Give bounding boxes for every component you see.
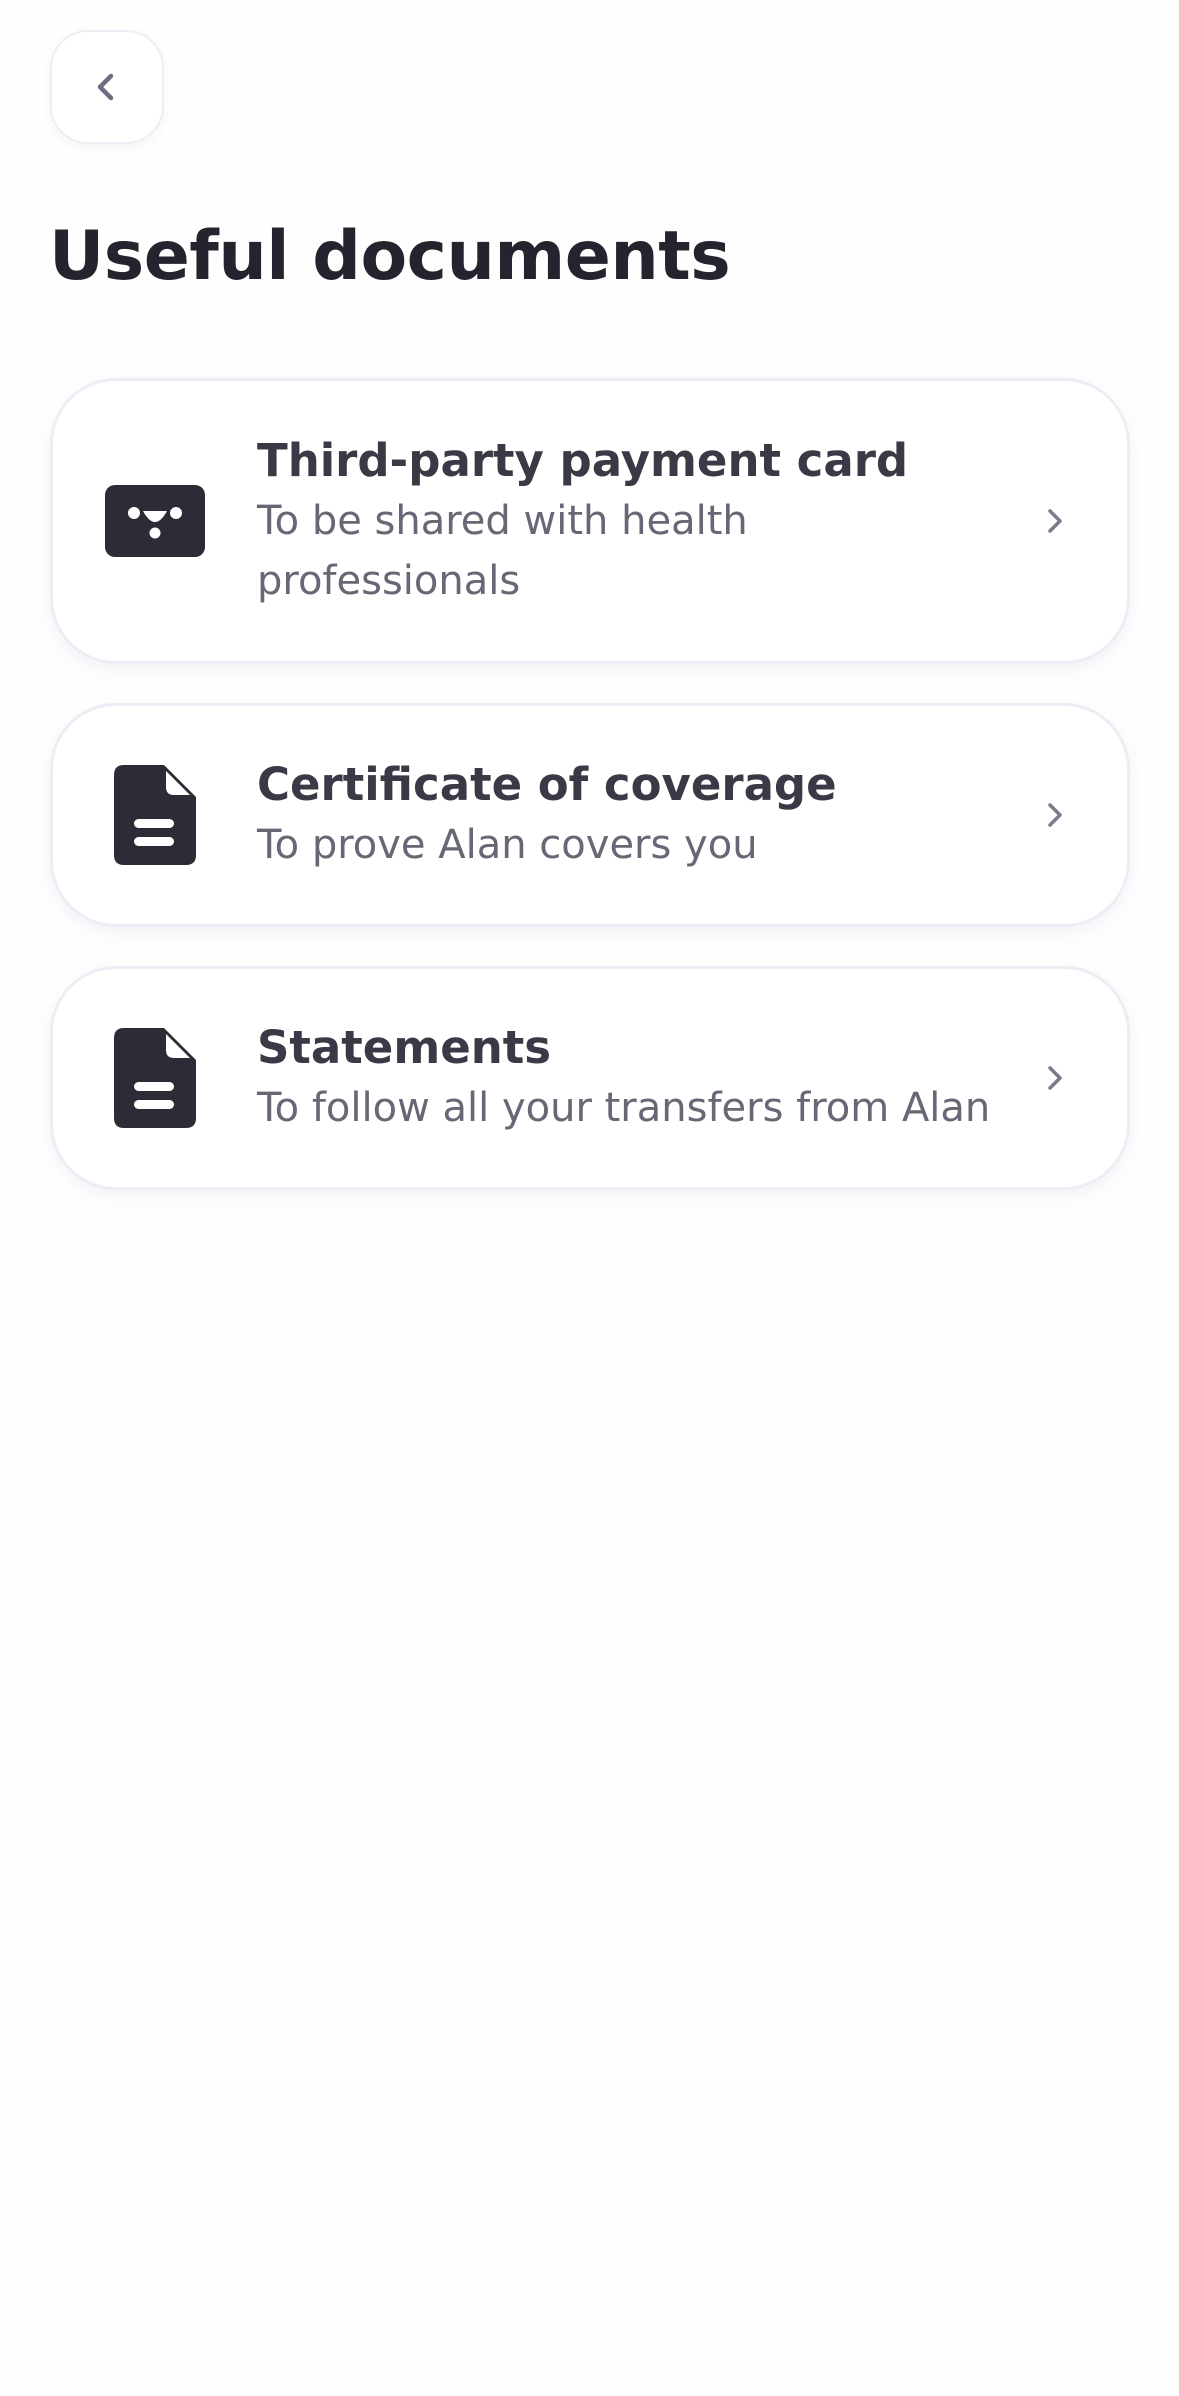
document-item-title: Certificate of coverage — [257, 758, 837, 811]
document-item-third-party-payment-card[interactable]: Third-party payment card To be shared wi… — [50, 378, 1130, 664]
document-item-description: To prove Alan covers you — [257, 822, 758, 868]
document-item-text: Third-party payment card To be shared wi… — [257, 431, 1019, 611]
document-item-certificate-of-coverage[interactable]: Certificate of coverage To prove Alan co… — [50, 703, 1130, 927]
document-item-description: To be shared with health professionals — [257, 498, 748, 604]
document-item-text: Certificate of coverage To prove Alan co… — [257, 755, 1019, 875]
back-button[interactable] — [50, 30, 164, 144]
document-icon — [105, 1028, 205, 1128]
chevron-left-icon — [97, 73, 114, 101]
document-item-title: Third-party payment card — [257, 434, 909, 487]
document-list: Third-party payment card To be shared wi… — [50, 378, 1130, 1190]
document-item-title: Statements — [257, 1021, 552, 1074]
chevron-right-icon — [1035, 1058, 1075, 1098]
document-item-statements[interactable]: Statements To follow all your transfers … — [50, 966, 1130, 1190]
document-item-text: Statements To follow all your transfers … — [257, 1018, 1019, 1138]
document-icon — [105, 765, 205, 865]
page-title: Useful documents — [49, 217, 731, 296]
chevron-right-icon — [1035, 795, 1075, 835]
document-item-description: To follow all your transfers from Alan — [257, 1085, 991, 1131]
chevron-right-icon — [1035, 501, 1075, 541]
id-card-icon — [105, 471, 205, 571]
